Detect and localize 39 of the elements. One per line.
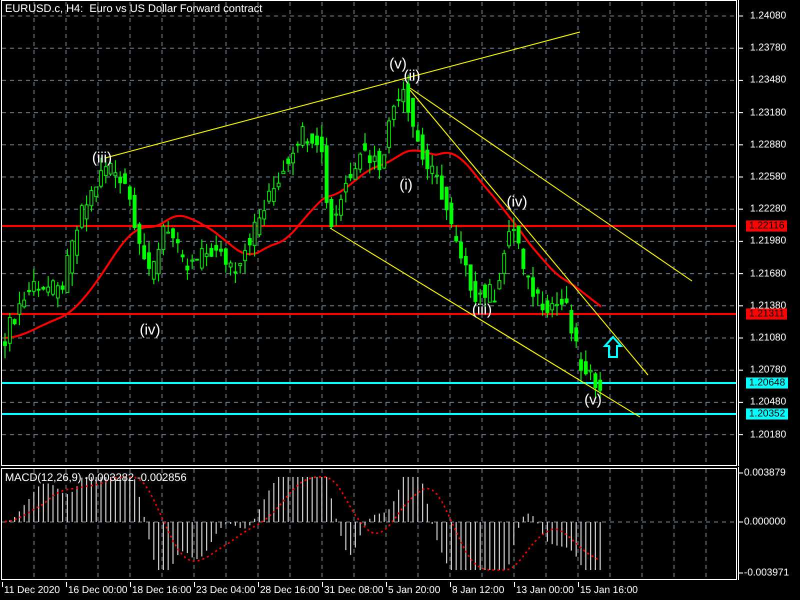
price-label: 1.22580 xyxy=(750,172,786,182)
indicator-scale-label: 0.000000 xyxy=(744,516,786,528)
price-label: 1.20780 xyxy=(750,364,786,376)
wave-label: (iv) xyxy=(140,322,160,338)
price-label: 1.22280 xyxy=(750,204,786,215)
indicator-title: MACD(12,26,9) -0.003282 -0.002856 xyxy=(5,472,187,484)
time-label: 23 Dec 04:00 xyxy=(196,585,256,596)
wave-label: (v) xyxy=(584,392,602,408)
price-tag: 1.20648 xyxy=(746,378,788,388)
wave-label: (v) xyxy=(389,56,407,72)
chart-title: EURUSD.c, H4: Euro vs US Dollar Forward contract xyxy=(5,3,262,15)
price-label: 1.21680 xyxy=(750,268,786,280)
time-label: 16 Dec 00:00 xyxy=(68,585,128,596)
wave-label: (iii) xyxy=(92,150,112,166)
price-tag: 1.22116 xyxy=(746,220,788,232)
time-label: 18 Dec 16:00 xyxy=(132,585,192,596)
indicator-scale-label: -0.003971 xyxy=(744,568,790,578)
price-label: 1.23180 xyxy=(750,107,786,118)
price-tag: 1.21311 xyxy=(746,308,788,320)
price-label: 1.22880 xyxy=(750,139,786,150)
price-label: 1.23480 xyxy=(750,74,786,86)
time-label: 11 Dec 2020 xyxy=(4,585,60,596)
time-label: 13 Jan 00:00 xyxy=(516,585,574,596)
indicator-scale-label: 0.003879 xyxy=(744,468,786,478)
price-label: 1.23780 xyxy=(750,42,786,54)
price-label: 1.24080 xyxy=(750,10,786,22)
wave-label: (iv) xyxy=(506,194,528,210)
price-tag: 1.20352 xyxy=(746,408,788,420)
time-label: 28 Dec 16:00 xyxy=(260,585,320,596)
price-label: 1.20180 xyxy=(750,429,786,440)
time-label: 8 Jan 12:00 xyxy=(452,585,504,596)
time-label: 15 Jan 16:00 xyxy=(580,585,638,596)
price-label: 1.21980 xyxy=(750,236,786,247)
wave-label: (i) xyxy=(399,176,413,194)
price-label: 1.21080 xyxy=(750,332,786,344)
price-label: 1.20480 xyxy=(750,396,786,408)
time-label: 5 Jan 20:00 xyxy=(388,585,440,596)
time-label: 31 Dec 08:00 xyxy=(324,585,384,596)
up-arrow-icon xyxy=(602,336,624,358)
